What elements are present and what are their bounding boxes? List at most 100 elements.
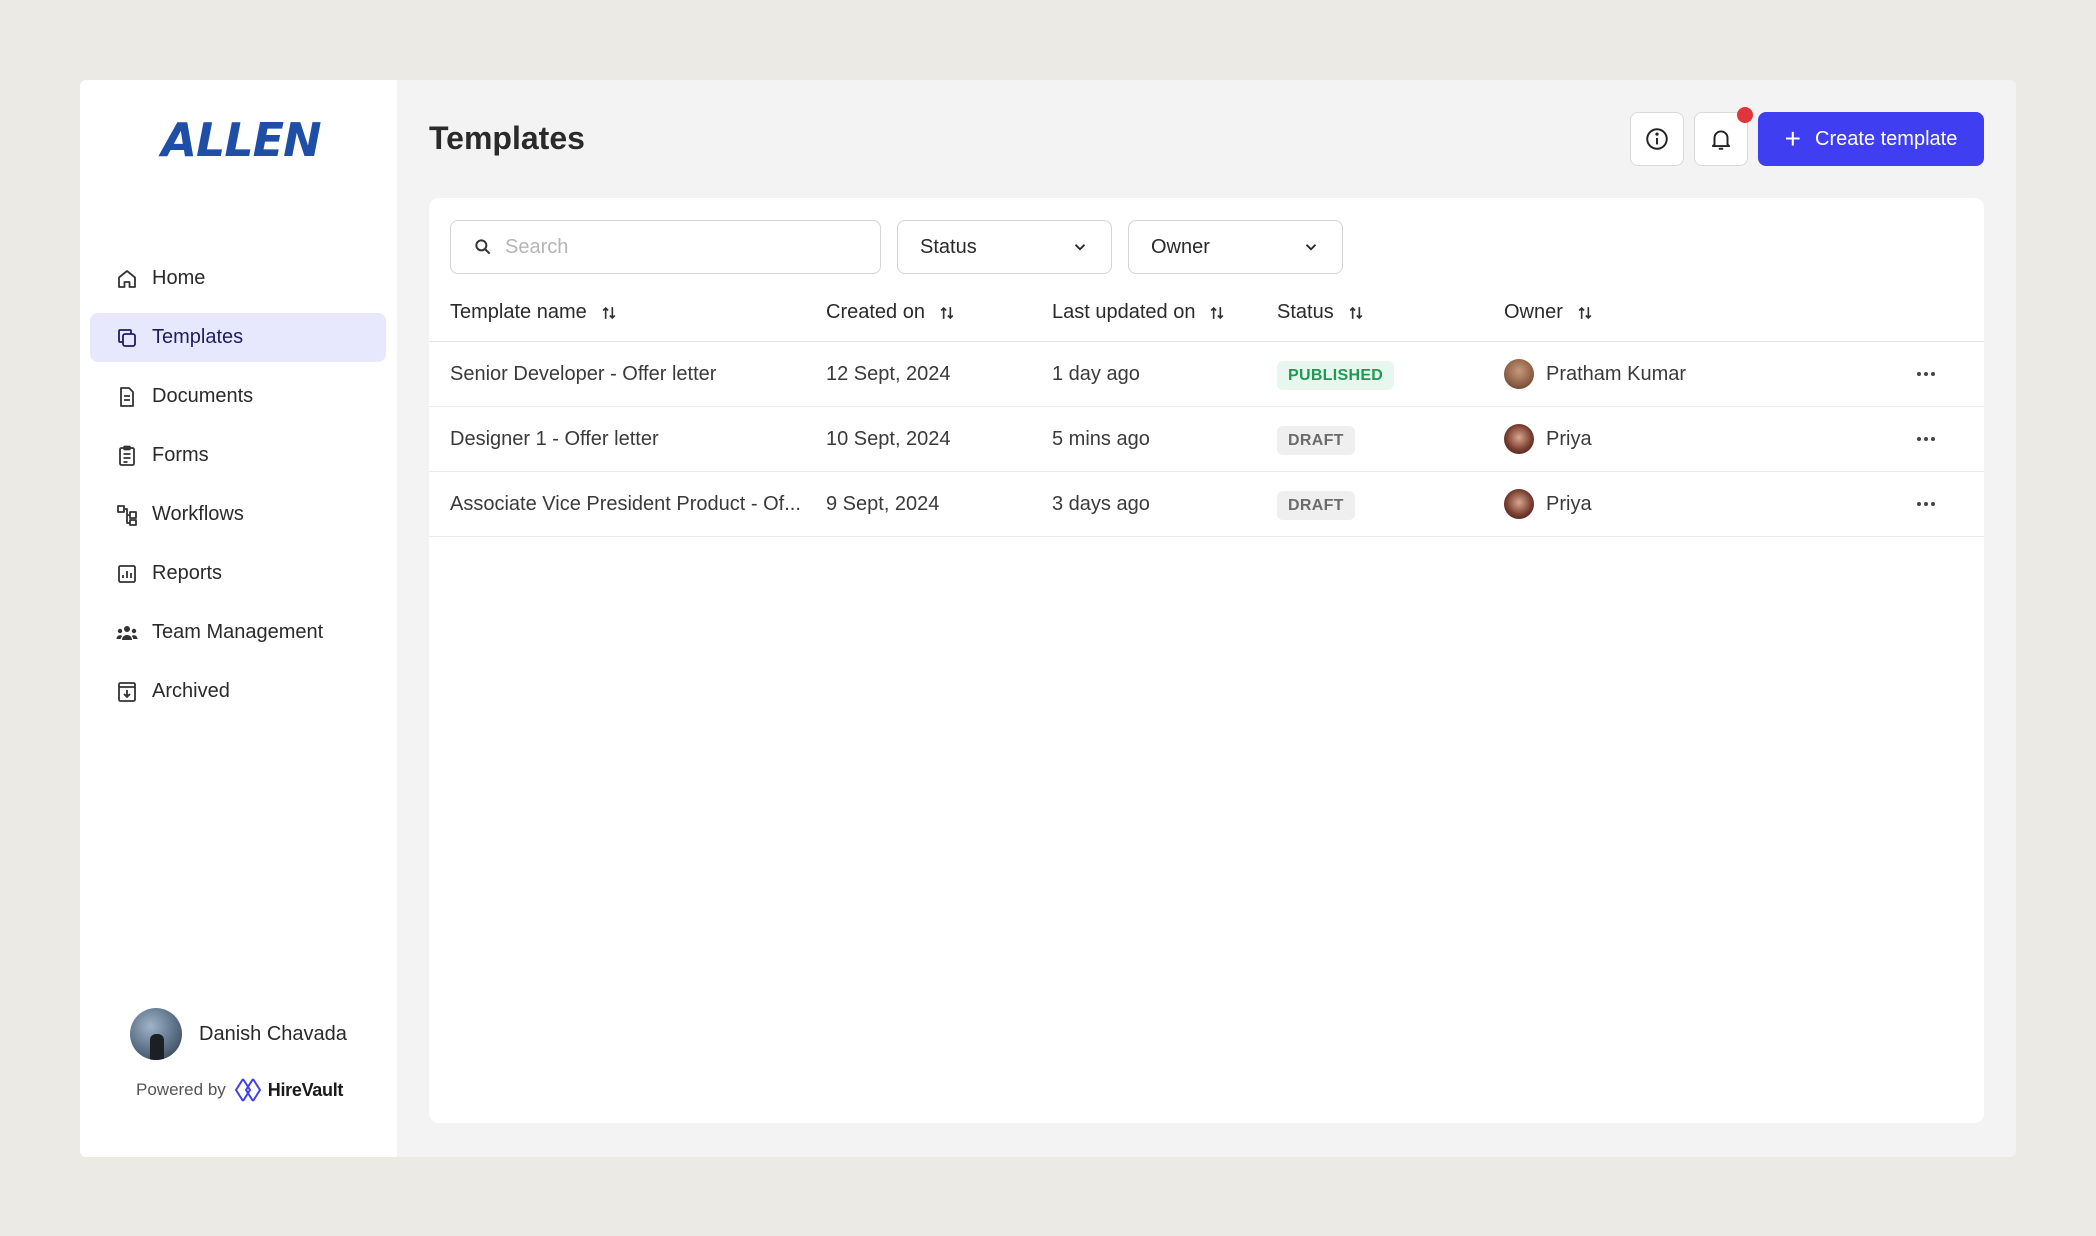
sidebar-item-label: Archived bbox=[152, 680, 230, 702]
owner-filter-dropdown[interactable]: Owner bbox=[1128, 220, 1343, 274]
search-icon bbox=[475, 239, 491, 255]
device-frame: ALLEN Home Templates Documents Forms Wor… bbox=[0, 0, 2096, 1236]
created-on-cell: 9 Sept, 2024 bbox=[826, 492, 940, 515]
sort-icon bbox=[1211, 306, 1224, 319]
last-updated-cell: 3 days ago bbox=[1052, 492, 1150, 515]
avatar bbox=[1504, 424, 1534, 454]
plus-icon: + bbox=[1784, 123, 1802, 154]
sidebar-item-documents[interactable]: Documents bbox=[90, 372, 386, 421]
chevron-down-icon bbox=[1305, 244, 1317, 251]
home-icon bbox=[114, 266, 140, 292]
info-button[interactable] bbox=[1630, 112, 1684, 166]
column-label: Created on bbox=[826, 301, 925, 323]
sidebar-nav: Home Templates Documents Forms Workflows… bbox=[90, 254, 386, 726]
table-header: Template name Created on Last updated on bbox=[429, 284, 1984, 342]
last-updated-cell: 1 day ago bbox=[1052, 362, 1140, 385]
owner-filter-label: Owner bbox=[1151, 235, 1210, 258]
templates-table: Template name Created on Last updated on bbox=[429, 284, 1984, 537]
status-cell: DRAFT bbox=[1277, 490, 1355, 520]
status-badge: DRAFT bbox=[1277, 490, 1355, 520]
user-name: Danish Chavada bbox=[199, 1022, 347, 1045]
status-filter-dropdown[interactable]: Status bbox=[897, 220, 1112, 274]
status-cell: DRAFT bbox=[1277, 425, 1355, 455]
hirevault-logo-icon bbox=[234, 1078, 261, 1102]
page-title: Templates bbox=[429, 120, 585, 156]
chart-icon bbox=[114, 561, 140, 587]
template-name-cell[interactable]: Associate Vice President Product - Of... bbox=[450, 493, 810, 516]
sidebar-item-label: Documents bbox=[152, 385, 254, 407]
chevron-down-icon bbox=[1074, 244, 1086, 251]
clipboard-icon bbox=[114, 443, 140, 469]
owner-cell: Priya bbox=[1504, 489, 1592, 519]
column-label: Template name bbox=[450, 301, 587, 323]
sidebar-item-label: Home bbox=[152, 267, 206, 289]
powered-by: Powered by HireVault bbox=[136, 1076, 343, 1104]
document-icon bbox=[114, 384, 140, 410]
status-badge: DRAFT bbox=[1277, 425, 1355, 455]
created-on-cell: 12 Sept, 2024 bbox=[826, 362, 951, 385]
owner-name: Pratham Kumar bbox=[1546, 362, 1687, 385]
column-header-last-updated-on[interactable]: Last updated on bbox=[1052, 301, 1227, 324]
sidebar-item-workflows[interactable]: Workflows bbox=[90, 490, 386, 539]
create-template-button[interactable]: + Create template bbox=[1758, 112, 1984, 166]
app-window: ALLEN Home Templates Documents Forms Wor… bbox=[80, 80, 2016, 1157]
column-label: Last updated on bbox=[1052, 301, 1196, 323]
team-icon bbox=[114, 620, 140, 646]
more-actions-button[interactable] bbox=[1917, 494, 1935, 514]
templates-card: Status Owner Template name bbox=[429, 198, 1984, 1123]
avatar bbox=[1504, 359, 1534, 389]
column-header-template-name[interactable]: Template name bbox=[450, 301, 810, 324]
last-updated-cell: 5 mins ago bbox=[1052, 427, 1150, 450]
created-on-cell: 10 Sept, 2024 bbox=[826, 427, 951, 450]
column-header-created-on[interactable]: Created on bbox=[826, 301, 957, 324]
search-input[interactable] bbox=[505, 235, 845, 259]
sidebar-item-archived[interactable]: Archived bbox=[90, 667, 386, 716]
sort-icon bbox=[1578, 306, 1592, 319]
template-name-cell[interactable]: Designer 1 - Offer letter bbox=[450, 428, 810, 451]
main-content: Templates + Create template Search Statu… bbox=[397, 80, 2016, 1157]
column-header-status[interactable]: Status bbox=[1277, 301, 1366, 324]
sidebar-item-label: Templates bbox=[152, 326, 244, 348]
info-icon bbox=[1646, 128, 1668, 150]
logo-text: ALLEN bbox=[161, 113, 321, 167]
sidebar-item-label: Workflows bbox=[152, 503, 244, 525]
avatar bbox=[130, 1008, 182, 1060]
sidebar-item-team-management[interactable]: Team Management bbox=[90, 608, 386, 657]
column-header-owner[interactable]: Owner bbox=[1504, 301, 1595, 324]
sidebar: ALLEN Home Templates Documents Forms Wor… bbox=[80, 80, 397, 1157]
notification-badge bbox=[1737, 107, 1753, 123]
sidebar-item-label: Forms bbox=[152, 444, 209, 466]
owner-cell: Pratham Kumar bbox=[1504, 359, 1686, 389]
table-row[interactable]: Associate Vice President Product - Of...… bbox=[429, 472, 1984, 537]
sidebar-item-home[interactable]: Home bbox=[90, 254, 386, 303]
sort-icon bbox=[940, 306, 954, 319]
search-box[interactable] bbox=[450, 220, 881, 274]
archive-icon bbox=[114, 679, 140, 705]
template-name-cell[interactable]: Senior Developer - Offer letter bbox=[450, 363, 810, 386]
more-actions-button[interactable] bbox=[1917, 429, 1935, 449]
table-row[interactable]: Senior Developer - Offer letter 12 Sept,… bbox=[429, 342, 1984, 407]
create-template-label: Create template bbox=[1815, 127, 1958, 150]
owner-cell: Priya bbox=[1504, 424, 1592, 454]
notifications-button[interactable] bbox=[1694, 107, 1753, 166]
status-cell: PUBLISHED bbox=[1277, 360, 1395, 390]
column-label: Status bbox=[1277, 301, 1334, 323]
workflow-icon bbox=[114, 502, 140, 528]
ellipsis-icon bbox=[1917, 502, 1921, 506]
owner-name: Priya bbox=[1546, 492, 1592, 515]
user-profile[interactable]: Danish Chavada bbox=[130, 1008, 347, 1060]
sort-icon bbox=[1349, 306, 1363, 319]
ellipsis-icon bbox=[1917, 437, 1921, 441]
sidebar-item-label: Reports bbox=[152, 562, 223, 584]
sidebar-item-forms[interactable]: Forms bbox=[90, 431, 386, 480]
sort-icon bbox=[602, 306, 616, 319]
sidebar-item-reports[interactable]: Reports bbox=[90, 549, 386, 598]
sidebar-item-templates[interactable]: Templates bbox=[90, 313, 386, 362]
brand-logo[interactable]: ALLEN bbox=[156, 113, 326, 167]
more-actions-button[interactable] bbox=[1917, 364, 1935, 384]
status-badge: PUBLISHED bbox=[1277, 360, 1395, 390]
status-filter-label: Status bbox=[920, 235, 977, 258]
table-row[interactable]: Designer 1 - Offer letter 10 Sept, 2024 … bbox=[429, 407, 1984, 472]
column-label: Owner bbox=[1504, 301, 1563, 323]
templates-icon bbox=[114, 325, 140, 351]
